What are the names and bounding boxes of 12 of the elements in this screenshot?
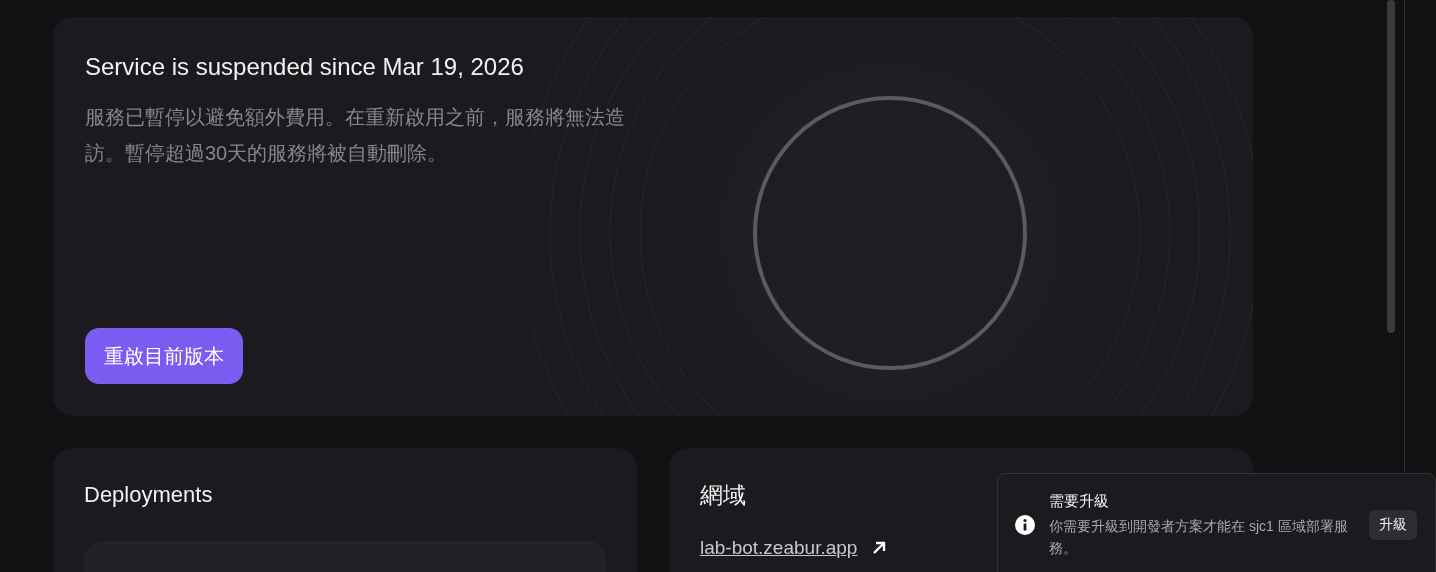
info-icon: [1015, 515, 1035, 535]
external-link-icon[interactable]: [871, 540, 888, 556]
toast-title: 需要升級: [1049, 491, 1110, 511]
deployments-title: Deployments: [84, 482, 214, 508]
restart-button[interactable]: 重啟目前版本: [85, 328, 243, 384]
toast-message: 你需要升級到開發者方案才能在 sjc1 區域部署服務。: [1049, 516, 1349, 558]
domains-title: 網域: [700, 481, 746, 510]
status-description: 服務已暫停以避免額外費用。在重新啟用之前，服務將無法造訪。暫停超過30天的服務將被自動刪除。: [85, 105, 626, 166]
domain-link[interactable]: lab-bot.zeabur.app: [700, 537, 858, 559]
scrollbar[interactable]: [1387, 0, 1395, 333]
status-title: Service is suspended since Mar 19, 2026: [85, 53, 525, 81]
upgrade-button[interactable]: 升級: [1369, 510, 1417, 540]
